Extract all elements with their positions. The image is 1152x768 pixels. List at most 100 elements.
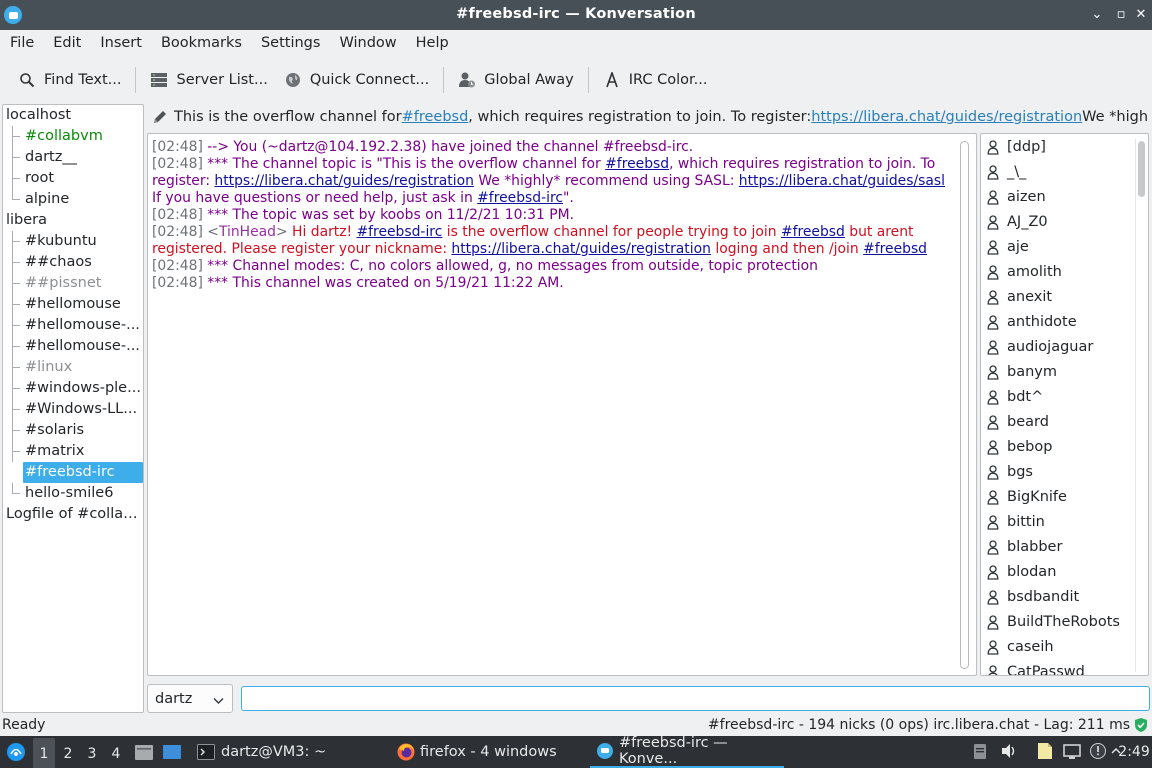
quick-connect-button[interactable]: Quick Connect... bbox=[276, 64, 437, 96]
nickname-selector[interactable]: dartz bbox=[147, 684, 233, 713]
volume-icon[interactable] bbox=[1000, 742, 1018, 764]
edit-topic-icon[interactable] bbox=[152, 108, 168, 126]
nick-list-item[interactable]: BuildTheRobots bbox=[981, 610, 1131, 635]
tree-channel-item[interactable]: alpine bbox=[3, 189, 143, 210]
find-text-button[interactable]: Find Text... bbox=[10, 64, 129, 96]
show-desktop-icon[interactable] bbox=[162, 736, 182, 768]
tree-channel-item[interactable]: ##pissnet bbox=[3, 273, 143, 294]
taskbar-terminal[interactable]: dartz@VM3: ~ bbox=[191, 736, 332, 768]
nick-list-item[interactable]: _\_ bbox=[981, 160, 1131, 185]
network-icon[interactable] bbox=[1063, 742, 1081, 764]
tree-channel-item[interactable]: #matrix bbox=[3, 441, 143, 462]
server-list-button[interactable]: Server List... bbox=[142, 64, 275, 96]
global-away-button[interactable]: Global Away bbox=[450, 64, 582, 96]
toolbar-separator bbox=[587, 67, 589, 93]
taskbar-konversation[interactable]: #freebsd-irc — Konve... bbox=[590, 735, 784, 768]
nick-name: blabber bbox=[1007, 539, 1063, 555]
tree-channel-item[interactable]: #linux bbox=[3, 357, 143, 378]
tree-channel-item[interactable]: #hellomouse-... bbox=[3, 315, 143, 336]
clipboard-icon[interactable] bbox=[973, 742, 987, 764]
tree-server-item[interactable]: libera bbox=[3, 210, 143, 231]
url-link[interactable]: https://libera.chat/guides/registration bbox=[451, 241, 711, 257]
desktop-2-button[interactable]: 2 bbox=[57, 738, 79, 768]
menu-settings[interactable]: Settings bbox=[253, 35, 328, 51]
nick-list-item[interactable]: bdt^ bbox=[981, 385, 1131, 410]
tree-channel-item[interactable]: #windows-ple... bbox=[3, 378, 143, 399]
clock[interactable]: 2:49 bbox=[1118, 736, 1149, 768]
desktop-3-button[interactable]: 3 bbox=[81, 738, 103, 768]
menu-bookmarks[interactable]: Bookmarks bbox=[153, 35, 250, 51]
nick-name: [ddp] bbox=[1007, 139, 1046, 155]
nick-list-item[interactable]: blabber bbox=[981, 535, 1131, 560]
notes-icon[interactable] bbox=[1036, 742, 1054, 764]
message-nick[interactable]: TinHead bbox=[219, 224, 276, 240]
menu-help[interactable]: Help bbox=[408, 35, 457, 51]
menu-window[interactable]: Window bbox=[331, 35, 404, 51]
channel-link[interactable]: #freebsd bbox=[781, 224, 845, 240]
tree-channel-item[interactable]: dartz__ bbox=[3, 147, 143, 168]
join-message: --> You (~dartz@104.192.2.38) have joine… bbox=[202, 139, 694, 155]
tree-channel-item[interactable]: #Windows-LL... bbox=[3, 399, 143, 420]
nick-list-item[interactable]: caseih bbox=[981, 635, 1131, 660]
close-icon[interactable]: ✕ bbox=[1131, 5, 1151, 25]
menu-file[interactable]: File bbox=[2, 35, 42, 51]
created-message: *** This channel was created on 5/19/21 … bbox=[202, 275, 564, 291]
menu-insert[interactable]: Insert bbox=[92, 35, 150, 51]
nick-list-item[interactable]: anexit bbox=[981, 285, 1131, 310]
irc-color-button[interactable]: IRC Color... bbox=[595, 64, 716, 96]
nick-list-item[interactable]: bittin bbox=[981, 510, 1131, 535]
notifications-icon[interactable] bbox=[1089, 742, 1107, 764]
desktop-4-button[interactable]: 4 bbox=[105, 738, 127, 768]
chat-view[interactable]: [02:48] --> You (~dartz@104.192.2.38) ha… bbox=[147, 133, 977, 676]
tree-channel-item[interactable]: #collabvm bbox=[3, 126, 143, 147]
nick-list-item[interactable]: aje bbox=[981, 235, 1131, 260]
nick-list-item[interactable]: anthidote bbox=[981, 310, 1131, 335]
nick-list-item[interactable]: bebop bbox=[981, 435, 1131, 460]
tree-server-item[interactable]: Logfile of #collab... bbox=[3, 504, 143, 525]
nick-list-item[interactable]: aizen bbox=[981, 185, 1131, 210]
nick-list-item[interactable]: amolith bbox=[981, 260, 1131, 285]
tree-channel-item[interactable]: #kubuntu bbox=[3, 231, 143, 252]
file-manager-icon[interactable] bbox=[134, 736, 154, 768]
chat-scrollbar[interactable] bbox=[960, 141, 969, 669]
nick-list-item[interactable]: blodan bbox=[981, 560, 1131, 585]
nick-list-scrollbar[interactable] bbox=[1135, 139, 1145, 672]
user-message: is the overflow channel for people tryin… bbox=[442, 224, 781, 240]
channel-link[interactable]: #freebsd bbox=[863, 241, 927, 257]
tree-channel-item[interactable]: root bbox=[3, 168, 143, 189]
scrollbar-thumb[interactable] bbox=[1138, 141, 1145, 197]
nick-list-item[interactable]: CatPasswd bbox=[981, 660, 1131, 675]
tree-channel-item[interactable]: #hellomouse bbox=[3, 294, 143, 315]
nick-list-item[interactable]: banym bbox=[981, 360, 1131, 385]
taskbar-firefox[interactable]: firefox - 4 windows bbox=[390, 736, 563, 768]
tree-server-item[interactable]: localhost bbox=[3, 105, 143, 126]
tree-channel-item[interactable]: #solaris bbox=[3, 420, 143, 441]
nick-list: [ddp] _\_ aizen AJ_Z0 aje amolith anexit anthid… bbox=[980, 133, 1149, 676]
menu-edit[interactable]: Edit bbox=[45, 35, 89, 51]
nick-list-item[interactable]: BigKnife bbox=[981, 485, 1131, 510]
application-menu-icon[interactable] bbox=[4, 736, 28, 768]
channel-link[interactable]: #freebsd-irc bbox=[357, 224, 443, 240]
keep-above-icon[interactable]: ⌄ bbox=[1087, 5, 1107, 25]
tree-channel-item[interactable]: ##chaos bbox=[3, 252, 143, 273]
tree-channel-item[interactable]: #hellomouse-... bbox=[3, 336, 143, 357]
nick-list-item[interactable]: beard bbox=[981, 410, 1131, 435]
topic-url-link[interactable]: https://libera.chat/guides/registration bbox=[811, 109, 1082, 125]
timestamp: [02:48] bbox=[152, 224, 203, 240]
message-input[interactable] bbox=[241, 686, 1150, 711]
channel-link[interactable]: #freebsd bbox=[605, 156, 669, 172]
nick-list-item[interactable]: bgs bbox=[981, 460, 1131, 485]
nick-list-item[interactable]: AJ_Z0 bbox=[981, 210, 1131, 235]
tree-channel-item[interactable]: #freebsd-irc bbox=[23, 462, 143, 483]
nick-list-item[interactable]: bsdbandit bbox=[981, 585, 1131, 610]
maximize-icon[interactable]: ▫ bbox=[1111, 5, 1131, 25]
nick-list-item[interactable]: [ddp] bbox=[981, 135, 1131, 160]
url-link[interactable]: https://libera.chat/guides/sasl bbox=[739, 173, 945, 189]
topic-channel-link[interactable]: #freebsd bbox=[402, 109, 469, 125]
desktop-1-button[interactable]: 1 bbox=[33, 738, 55, 768]
url-link[interactable]: https://libera.chat/guides/registration bbox=[214, 173, 474, 189]
nick-list-item[interactable]: audiojaguar bbox=[981, 335, 1131, 360]
channel-link[interactable]: #freebsd-irc bbox=[477, 190, 563, 206]
tree-channel-item[interactable]: hello-smile6 bbox=[3, 483, 143, 504]
terminal-task-label: dartz@VM3: ~ bbox=[221, 744, 327, 760]
